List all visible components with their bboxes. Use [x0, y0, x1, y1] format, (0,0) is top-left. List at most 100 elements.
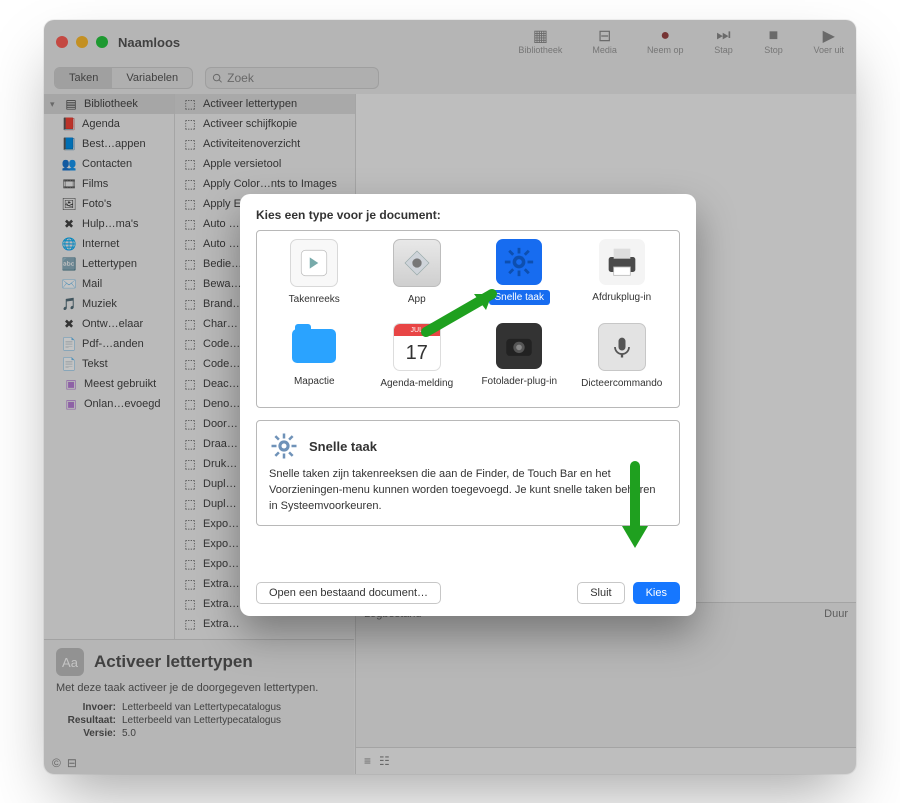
microphone-icon [598, 323, 646, 371]
minimize-icon[interactable] [76, 36, 88, 48]
sidebar-item[interactable]: 📕Agenda [44, 114, 174, 134]
description-body: Snelle taken zijn takenreeksen die aan d… [269, 467, 667, 515]
action-icon: ⬚ [183, 377, 197, 391]
printer-icon [599, 239, 645, 285]
doctype-mapactie[interactable]: Mapactie [265, 323, 364, 401]
doctype-afdrukplugin[interactable]: Afdrukplug-in [573, 239, 672, 317]
sheet-heading: Kies een type voor je document: [256, 208, 680, 222]
sidebar-item[interactable]: 🔤Lettertypen [44, 254, 174, 274]
canvas-footer: ≡ ☷ [356, 747, 856, 774]
toolbar-media-button[interactable]: ⊟Media [592, 29, 617, 55]
sidebar-item[interactable]: 📘Best…appen [44, 134, 174, 154]
tab-variabelen[interactable]: Variabelen [112, 68, 192, 88]
record-icon: ● [655, 29, 675, 43]
sidebar-item[interactable]: ✖︎Hulp…ma's [44, 214, 174, 234]
choose-button[interactable]: Kies [633, 582, 680, 604]
action-icon: ⬚ [183, 117, 197, 131]
action-icon: ⬚ [183, 477, 197, 491]
action-icon: ⬚ [183, 457, 197, 471]
tab-taken[interactable]: Taken [55, 68, 112, 88]
action-row[interactable]: ⬚Apply Color…nts to Images [175, 174, 355, 194]
doctype-snelle-taak[interactable]: Snelle taak [470, 239, 569, 317]
action-icon: ⬚ [183, 537, 197, 551]
action-icon: ⬚ [183, 497, 197, 511]
close-icon[interactable] [56, 36, 68, 48]
description-title: Snelle taak [309, 439, 377, 454]
doctype-description: Snelle taak Snelle taken zijn takenreeks… [256, 420, 680, 526]
search-input[interactable]: Zoek [205, 67, 379, 89]
folder-icon [291, 323, 337, 369]
action-badge-icon: Aa [56, 648, 84, 676]
sidebar-item[interactable]: ✖︎Ontw…elaar [44, 314, 174, 334]
sidebar-item[interactable]: 🌐Internet [44, 234, 174, 254]
smartfolder-icon: ▣ [64, 397, 78, 411]
copyright-icon: © [52, 756, 61, 770]
action-row[interactable]: ⬚Apple versietool [175, 154, 355, 174]
doctype-app[interactable]: App [368, 239, 467, 317]
action-icon: ⬚ [183, 517, 197, 531]
sidebar-item[interactable]: 🎵Muziek [44, 294, 174, 314]
calendar-icon: JUL17 [393, 323, 441, 371]
action-icon: ⬚ [183, 397, 197, 411]
action-inspector: Aa Activeer lettertypen Met deze taak ac… [44, 639, 354, 774]
doctype-dicteer[interactable]: Dicteercommando [573, 323, 672, 401]
close-panel-icon[interactable]: ⊟ [67, 756, 77, 770]
open-existing-button[interactable]: Open een bestaand document… [256, 582, 441, 604]
toolbar-run-button[interactable]: ▶Voer uit [813, 29, 844, 55]
action-icon: ⬚ [183, 557, 197, 571]
search-icon [212, 73, 223, 84]
doctype-agenda-melding[interactable]: JUL17 Agenda-melding [368, 323, 467, 401]
sidebar-item[interactable]: 👥Contacten [44, 154, 174, 174]
smartfolder-icon: ▣ [64, 377, 78, 391]
action-icon: ⬚ [183, 597, 197, 611]
action-icon: ⬚ [183, 237, 197, 251]
action-icon: ⬚ [183, 357, 197, 371]
action-icon: ⬚ [183, 277, 197, 291]
gear-icon [496, 239, 542, 285]
doctype-fotolader[interactable]: Fotolader-plug-in [470, 323, 569, 401]
workflow-icon [290, 239, 338, 287]
inspector-subtitle: Met deze taak activeer je de doorgegeven… [56, 682, 342, 694]
action-icon: ⬚ [183, 577, 197, 591]
action-row[interactable]: ⬚Activiteitenoverzicht [175, 134, 355, 154]
media-icon: ⊟ [595, 29, 615, 43]
action-icon: ⬚ [183, 257, 197, 271]
sidebar-item[interactable]: 📄Pdf-…anden [44, 334, 174, 354]
library-root[interactable]: ▾▤Bibliotheek [44, 94, 174, 114]
close-button[interactable]: Sluit [577, 582, 624, 604]
inspector-title: Activeer lettertypen [94, 652, 253, 672]
window-title: Naamloos [118, 35, 180, 50]
sidebar-smart-folder[interactable]: ▣Meest gebruikt [44, 374, 174, 394]
stop-icon: ■ [763, 29, 783, 43]
gear-icon [269, 431, 299, 461]
action-icon: ⬚ [183, 197, 197, 211]
document-type-grid: Takenreeks App Snelle taak [256, 230, 680, 408]
toolbar-stop-button[interactable]: ■Stop [763, 29, 783, 55]
action-icon: ⬚ [183, 137, 197, 151]
list-view-icon[interactable]: ≡ [364, 754, 371, 768]
segmented-control: Taken Variabelen [54, 67, 193, 89]
action-icon: ⬚ [183, 177, 197, 191]
run-icon: ▶ [819, 29, 839, 43]
log-body [356, 624, 856, 748]
flow-view-icon[interactable]: ☷ [379, 754, 390, 768]
sidebar-smart-folder[interactable]: ▣Onlan…evoegd [44, 394, 174, 414]
action-row[interactable]: ⬚Extra… [175, 614, 355, 634]
sidebar-item[interactable]: 📄Tekst [44, 354, 174, 374]
toolbar-library-button[interactable]: ▦Bibliotheek [518, 29, 562, 55]
action-icon: ⬚ [183, 97, 197, 111]
step-icon: ⏭ [713, 29, 733, 43]
doctype-takenreeks[interactable]: Takenreeks [265, 239, 364, 317]
action-row[interactable]: ⬚Activeer lettertypen [175, 94, 355, 114]
sidebar-item[interactable]: ✉️Mail [44, 274, 174, 294]
sidebar-item[interactable]: 🎞Films [44, 174, 174, 194]
action-icon: ⬚ [183, 317, 197, 331]
action-icon: ⬚ [183, 437, 197, 451]
maximize-icon[interactable] [96, 36, 108, 48]
action-icon: ⬚ [183, 417, 197, 431]
toolbar-step-button[interactable]: ⏭Stap [713, 29, 733, 55]
toolbar-record-button[interactable]: ●Neem op [647, 29, 684, 55]
action-row[interactable]: ⬚Activeer schijfkopie [175, 114, 355, 134]
sidebar-item[interactable]: 🖼Foto's [44, 194, 174, 214]
traffic-lights [56, 36, 108, 48]
